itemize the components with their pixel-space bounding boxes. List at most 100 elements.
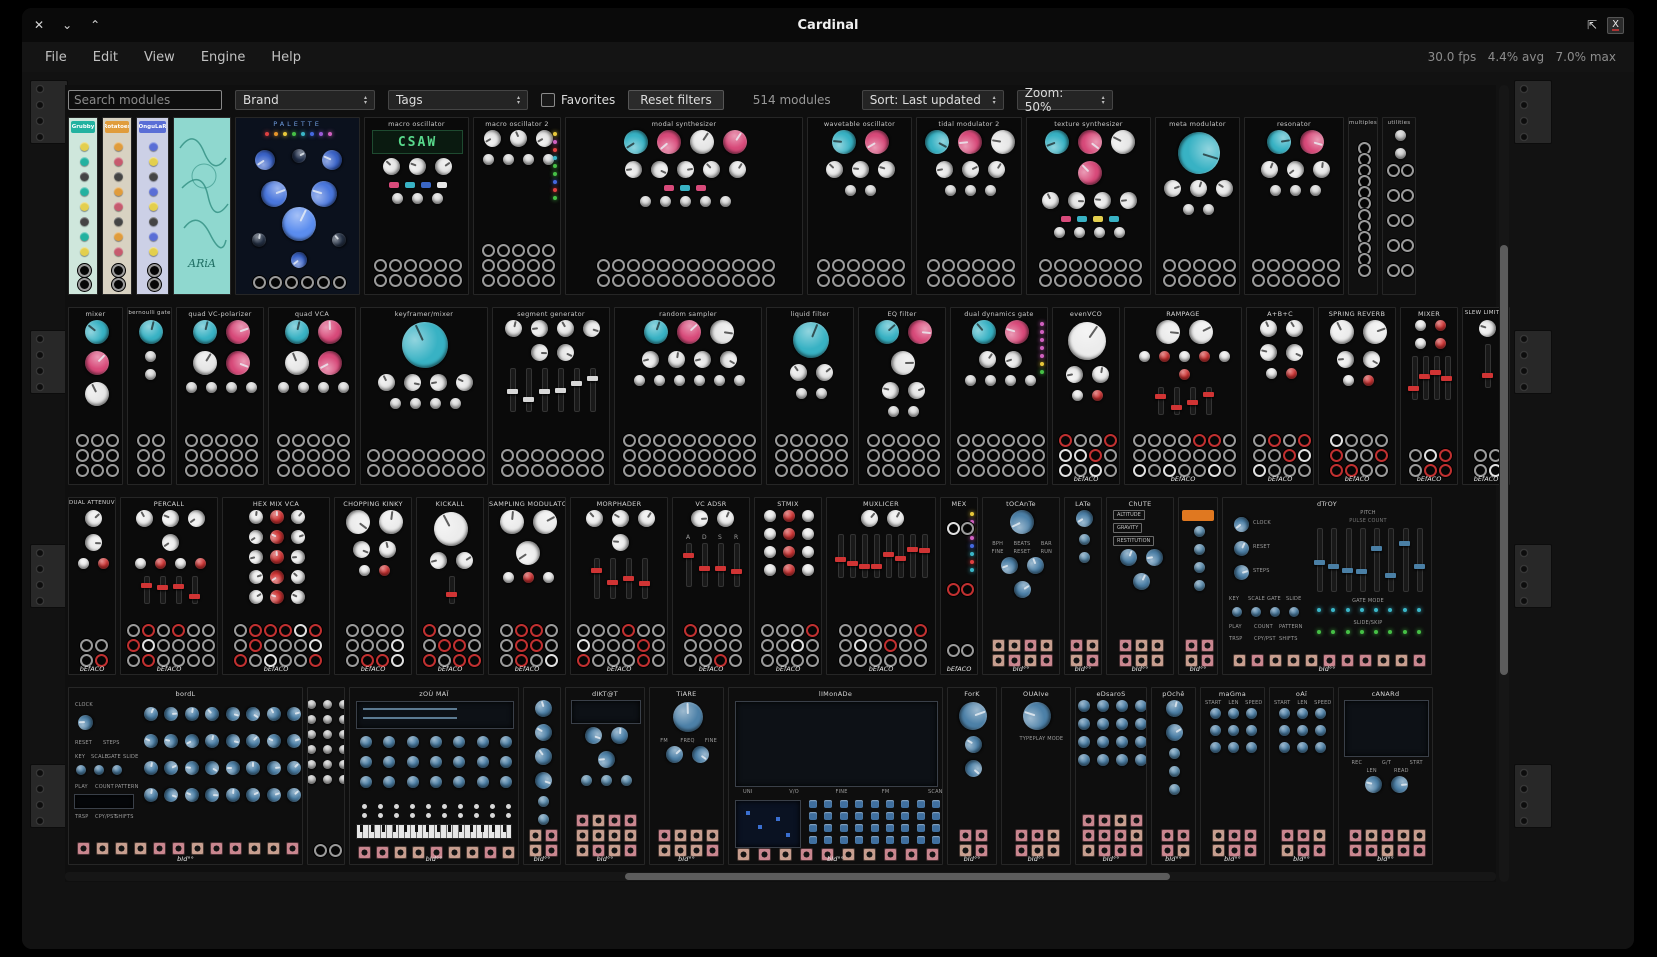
module-card[interactable]: dTrOYCLOCKRESETSTEPSKEYSCALEGATESLIDEPLA…: [1222, 497, 1432, 675]
favorites-checkbox[interactable]: [541, 93, 555, 107]
horizontal-scrollbar[interactable]: [65, 872, 1496, 881]
knob: [430, 736, 442, 748]
menu-file[interactable]: File: [32, 42, 80, 72]
panel-label: PULSE COUNT: [1311, 518, 1425, 524]
module-card[interactable]: dual dynamics gate: [950, 307, 1048, 485]
module-card[interactable]: RAMPAGEbEfACO: [1124, 307, 1242, 485]
module-card[interactable]: CHOPPING KINKYbEfACO: [334, 497, 412, 675]
module-card[interactable]: MORPHADERbEfACO: [570, 497, 668, 675]
module-card[interactable]: tOCAnTeBPHBEATSBARFINERESETRUNbId°°: [982, 497, 1060, 675]
module-card[interactable]: MEXbEfACO: [940, 497, 978, 675]
vertical-scrollbar[interactable]: [1499, 85, 1509, 882]
module-card[interactable]: LATebId°°: [1064, 497, 1102, 675]
knob-pointer: [660, 169, 667, 174]
brand-dropdown[interactable]: Brand ▴▾: [235, 90, 375, 110]
knob: [114, 172, 123, 181]
module-card[interactable]: modal synthesizer: [565, 117, 803, 295]
sort-dropdown[interactable]: Sort: Last updated ▴▾: [862, 90, 1004, 110]
module-card[interactable]: bId°°: [523, 687, 561, 865]
module-card[interactable]: oAïSTARTLENSPEEDbId°°: [1269, 687, 1334, 865]
module-card[interactable]: DUAL ATTENUVERTERbEfACO: [68, 497, 116, 675]
module-card[interactable]: wavetable oscillator: [807, 117, 912, 295]
panel-label: CPY/PST: [1254, 636, 1276, 642]
module-card[interactable]: STMIXbEfACO: [754, 497, 822, 675]
module-card[interactable]: bId°°: [1178, 497, 1218, 675]
module-card[interactable]: meta modulator: [1155, 117, 1240, 295]
zoom-dropdown[interactable]: Zoom: 50% ▴▾: [1017, 90, 1113, 110]
knob: [652, 125, 686, 159]
module-card[interactable]: dIKT@TbId°°: [565, 687, 645, 865]
module-card[interactable]: ARiA: [173, 117, 231, 295]
jack: [527, 274, 540, 287]
module-card[interactable]: SPRING REVERBbEfACO: [1318, 307, 1396, 485]
module-card[interactable]: lIMonADeUNIV/OFINEFMSCANbId°°: [728, 687, 943, 865]
menu-edit[interactable]: Edit: [80, 42, 131, 72]
menu-view[interactable]: View: [131, 42, 188, 72]
module-card[interactable]: liquid filter: [766, 307, 854, 485]
module-card[interactable]: KICKALLbEfACO: [416, 497, 484, 675]
module-card[interactable]: ChUTEALTITUDEGRAVITYRESTITUTIONbId°°: [1106, 497, 1174, 675]
close-icon[interactable]: ✕: [34, 18, 44, 32]
module-card[interactable]: A+B+CbEfACO: [1246, 307, 1314, 485]
module-card[interactable]: HEX MIX VCAbEfACO: [222, 497, 330, 675]
module-card[interactable]: VC ADSRADSRbEfACO: [672, 497, 750, 675]
module-card[interactable]: SAMPLING MODULATORbEfACO: [488, 497, 566, 675]
module-card[interactable]: EQ filter: [858, 307, 946, 485]
module-card[interactable]: macro oscillator 2: [473, 117, 561, 295]
tags-dropdown[interactable]: Tags ▴▾: [388, 90, 528, 110]
menu-help[interactable]: Help: [258, 42, 314, 72]
jack: [561, 449, 574, 462]
module-card[interactable]: segment generator: [492, 307, 610, 485]
module-card[interactable]: MUXLICERbEfACO: [826, 497, 936, 675]
module-card[interactable]: [307, 687, 345, 865]
module-card[interactable]: TiAREFMFREQFINEbId°°: [649, 687, 724, 865]
module-card[interactable]: utilities: [1382, 117, 1416, 295]
pin-window-icon[interactable]: ⇱: [1587, 18, 1597, 32]
knob: [428, 373, 448, 393]
module-card[interactable]: Rotatoes: [102, 117, 132, 295]
knob-pointer: [1198, 181, 1202, 188]
module-card[interactable]: pOchêbId°°: [1151, 687, 1196, 865]
module-card[interactable]: evenVCObEfACO: [1052, 307, 1120, 485]
expand-icon[interactable]: ⌃: [90, 18, 100, 32]
module-card[interactable]: OUAIveTYPEPLAY MODEbId°°: [1001, 687, 1071, 865]
jack: [397, 464, 410, 477]
module-card[interactable]: macro oscillatorCSAW: [364, 117, 469, 295]
module-card[interactable]: quad VC-polarizer: [176, 307, 264, 485]
module-card[interactable]: keyframer/mixer: [360, 307, 488, 485]
module-card[interactable]: tidal modulator 2: [916, 117, 1022, 295]
module-card[interactable]: PERCALLbEfACO: [120, 497, 218, 675]
module-card[interactable]: quad VCA: [268, 307, 356, 485]
module-card[interactable]: resonator: [1244, 117, 1344, 295]
panel-label: FM: [882, 789, 890, 795]
module-card[interactable]: random sampler: [614, 307, 762, 485]
module-card[interactable]: multiples: [1348, 117, 1378, 295]
search-input[interactable]: [68, 90, 222, 110]
reset-filters-button[interactable]: Reset filters: [628, 90, 724, 110]
module-card[interactable]: bernoulli gate: [127, 307, 172, 485]
module-card[interactable]: mixer: [68, 307, 123, 485]
module-card[interactable]: maGmaSTARTLENSPEEDbId°°: [1200, 687, 1265, 865]
module-card[interactable]: eDsaroSbId°°: [1075, 687, 1147, 865]
vertical-scrollbar-thumb[interactable]: [1500, 245, 1508, 675]
slider-thumb: [1430, 370, 1441, 375]
module-card[interactable]: Grubby: [68, 117, 98, 295]
module-card[interactable]: texture synthesizer: [1026, 117, 1151, 295]
menu-engine[interactable]: Engine: [188, 42, 259, 72]
knob: [1184, 316, 1216, 348]
module-card[interactable]: MIXERbEfACO: [1400, 307, 1458, 485]
shade-icon[interactable]: ⌄: [62, 18, 72, 32]
module-card[interactable]: bordLCLOCKRESETSTEPSKEYSCALEGATESLIDEPLA…: [68, 687, 303, 865]
jack: [472, 449, 485, 462]
module-card[interactable]: zOÙ MAÏbId°°: [349, 687, 519, 865]
knob: [888, 406, 899, 417]
module-card[interactable]: OnguLaR: [136, 117, 169, 295]
horizontal-scrollbar-thumb[interactable]: [625, 873, 1170, 880]
module-card[interactable]: PALETTE: [235, 117, 360, 295]
module-card[interactable]: cANARdRECG/TSTRTLENREADbId°°: [1338, 687, 1433, 865]
module-card[interactable]: ForKbId°°: [947, 687, 997, 865]
knob: [1228, 708, 1239, 719]
favorites-toggle[interactable]: Favorites: [541, 93, 615, 107]
knob-pointer: [976, 323, 983, 331]
knob: [876, 159, 897, 180]
